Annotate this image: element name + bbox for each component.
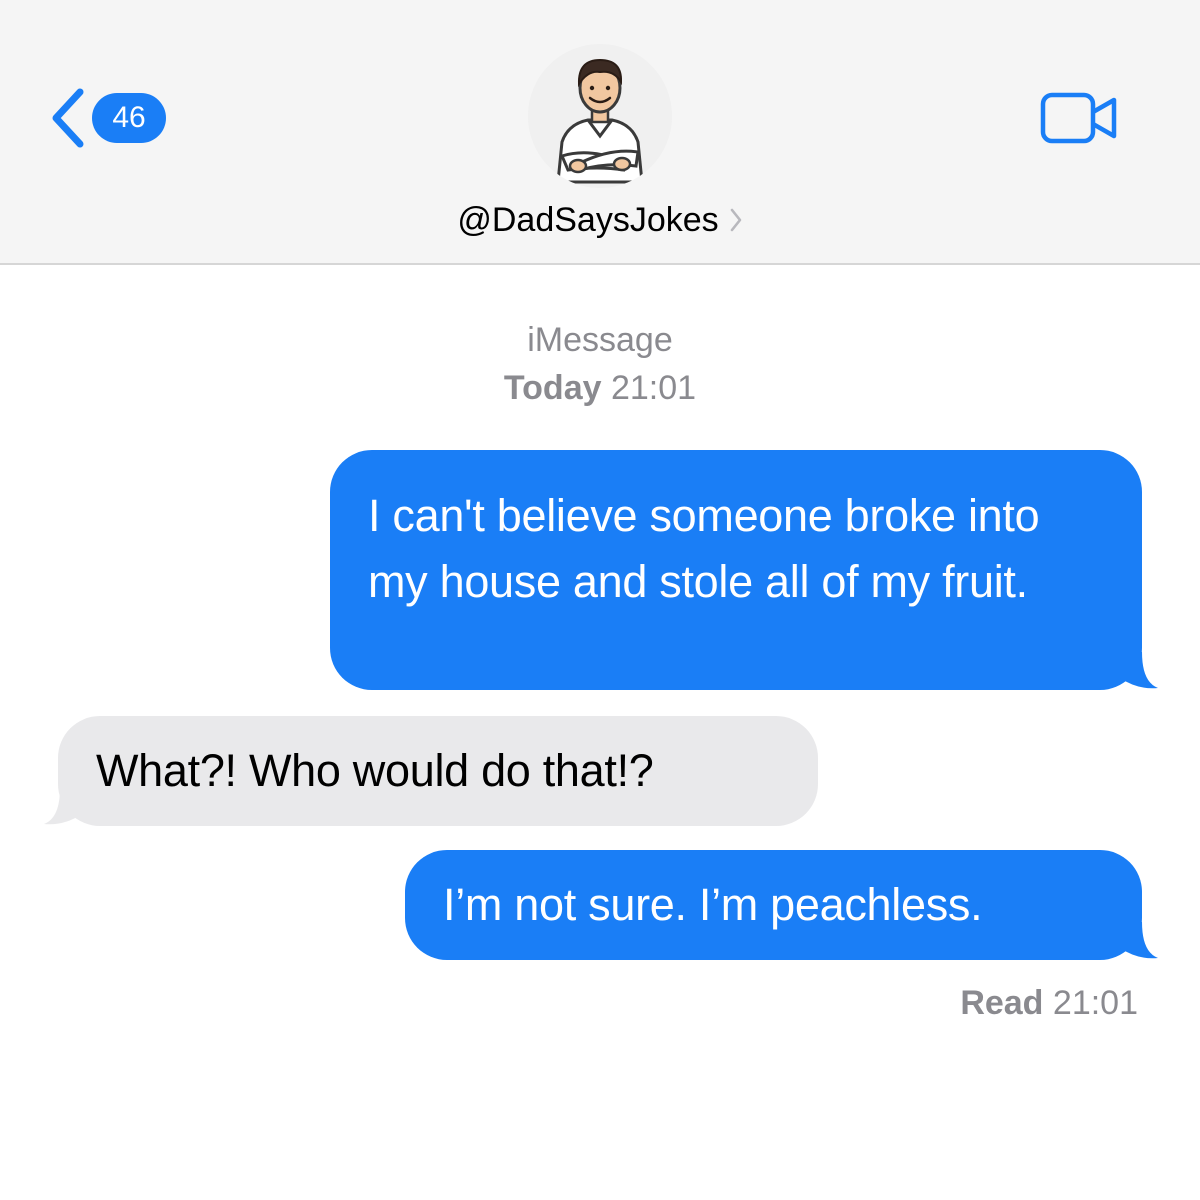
back-chevron-icon	[52, 88, 84, 148]
facetime-video-button[interactable]	[1040, 92, 1120, 149]
service-label: iMessage	[527, 321, 673, 359]
bubble-tail	[1120, 922, 1158, 959]
contact-name-button[interactable]: @DadSaysJokes	[0, 194, 1200, 246]
bubble-tail	[1120, 652, 1158, 689]
conversation-timestamp: Today 21:01	[0, 366, 1200, 410]
bubble-tail	[44, 788, 82, 825]
message-text: I can't believe someone broke into my ho…	[368, 490, 1040, 607]
unread-count-badge: 46	[92, 93, 166, 143]
contact-name: @DadSaysJokes	[457, 200, 719, 239]
sent-message-bubble[interactable]: I’m not sure. I’m peachless.	[405, 850, 1142, 960]
sent-message-bubble[interactable]: I can't believe someone broke into my ho…	[330, 450, 1142, 690]
timestamp-time: 21:01	[610, 369, 697, 407]
message-text: I’m not sure. I’m peachless.	[443, 879, 983, 930]
read-label: Read	[960, 984, 1044, 1022]
message-text: What?! Who would do that!?	[96, 745, 654, 796]
video-camera-icon	[1040, 92, 1117, 144]
received-message-bubble[interactable]: What?! Who would do that!?	[58, 716, 818, 826]
read-time: 21:01	[1052, 984, 1138, 1022]
read-receipt: Read 21:01	[960, 984, 1138, 1023]
avatar-illustration	[528, 44, 672, 188]
avatar[interactable]	[528, 44, 672, 188]
timestamp-day: Today	[503, 369, 602, 407]
back-button[interactable]: 46	[48, 86, 166, 150]
chevron-right-icon	[730, 208, 741, 232]
conversation-header: 46 @DadSaysJokes	[0, 0, 1200, 265]
